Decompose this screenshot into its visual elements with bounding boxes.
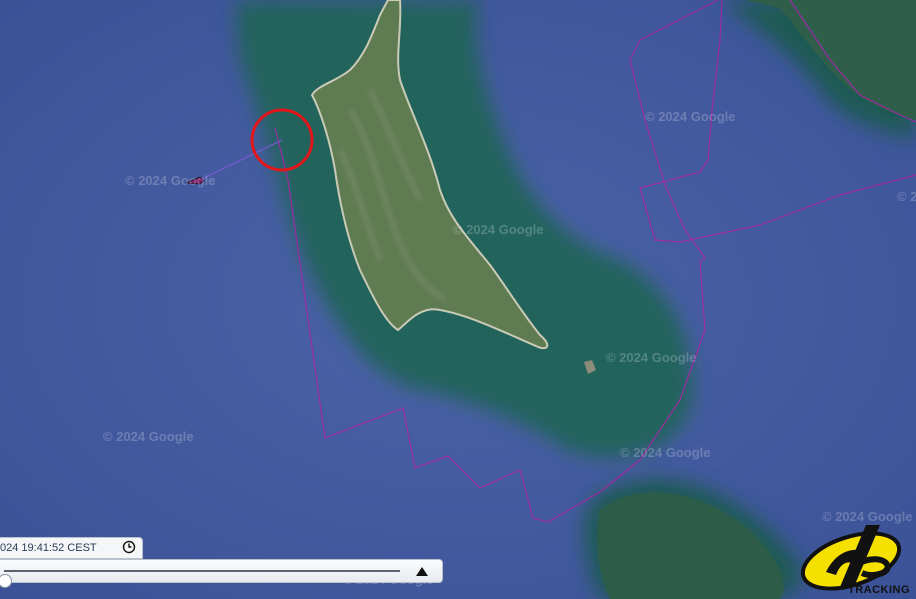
timestamp-panel: 024 19:41:52 CEST xyxy=(0,537,143,559)
tracking-label: TRACKING xyxy=(848,584,911,596)
timeline-slider-track[interactable] xyxy=(0,570,400,588)
timeline-slider-panel xyxy=(0,559,443,588)
timestamp-label: 024 19:41:52 CEST xyxy=(0,542,97,554)
play-triangle-icon[interactable] xyxy=(414,565,430,577)
clock-icon[interactable] xyxy=(122,540,136,554)
satellite-map[interactable] xyxy=(0,0,916,599)
